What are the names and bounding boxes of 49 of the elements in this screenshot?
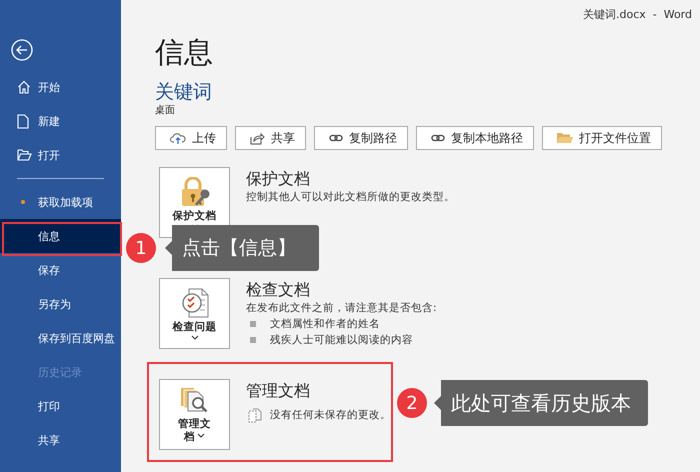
step-number-badge: 2 bbox=[397, 388, 427, 418]
document-tool-button[interactable]: 管理文档 bbox=[159, 379, 230, 450]
document-name: 关键词 bbox=[155, 80, 213, 104]
callout-tooltip: 点击【信息】 bbox=[165, 225, 319, 271]
sidebar-item[interactable]: 新建 bbox=[0, 104, 121, 138]
folder-icon bbox=[557, 132, 573, 144]
bullet-icon bbox=[250, 321, 256, 327]
section-title: 保护文档 bbox=[246, 168, 311, 189]
step-number-badge: 1 bbox=[126, 233, 156, 263]
sidebar-item[interactable]: 另存为 bbox=[0, 287, 121, 321]
section-description: 控制其他人可以对此文档所做的更改类型。 bbox=[246, 190, 455, 205]
action-button[interactable]: 共享 bbox=[235, 126, 306, 150]
document-location: 桌面 bbox=[155, 104, 176, 118]
action-button[interactable]: 复制本地路径 bbox=[416, 126, 534, 150]
document-tool-button[interactable]: 检查问题 bbox=[159, 278, 230, 349]
home-icon bbox=[17, 80, 31, 94]
folder-icon bbox=[17, 149, 32, 161]
dot-icon bbox=[21, 200, 25, 204]
link-icon bbox=[329, 134, 343, 142]
checklist-document-icon bbox=[180, 288, 208, 318]
documents-icon bbox=[248, 408, 262, 422]
window-title: 关键词.docx - Word bbox=[583, 7, 692, 22]
link-icon bbox=[431, 134, 445, 142]
page-title: 信息 bbox=[155, 34, 214, 70]
action-button[interactable]: 复制路径 bbox=[314, 126, 408, 150]
status-note: 没有任何未保存的更改。 bbox=[270, 408, 391, 423]
section-description: 在发布此文件之前，请注意其是否包含: bbox=[246, 301, 437, 316]
back-icon[interactable] bbox=[11, 39, 33, 61]
sidebar-item[interactable]: 打印 bbox=[0, 389, 121, 423]
bullet-icon bbox=[250, 337, 256, 343]
callout-tooltip: 此处可查看历史版本 bbox=[434, 380, 648, 426]
sidebar-item[interactable]: 共享 bbox=[0, 423, 121, 457]
section-title: 管理文档 bbox=[246, 380, 311, 401]
action-button[interactable]: 上传 bbox=[155, 126, 227, 150]
action-button[interactable]: 打开文件位置 bbox=[542, 126, 662, 150]
sidebar-item[interactable]: 开始 bbox=[0, 70, 121, 104]
cloud-upload-icon bbox=[170, 132, 186, 144]
sidebar-item[interactable]: 打开 bbox=[0, 138, 121, 172]
bullet-text: 残疾人士可能难以阅读的内容 bbox=[270, 333, 413, 348]
sidebar-item[interactable]: 信息 bbox=[0, 219, 121, 253]
document-tool-button[interactable]: 保护文档 bbox=[159, 167, 230, 238]
bullet-text: 文档属性和作者的姓名 bbox=[270, 317, 380, 332]
section-title: 检查文档 bbox=[246, 279, 311, 300]
sidebar-item[interactable]: 保存 bbox=[0, 253, 121, 287]
sidebar-item[interactable]: 获取加载项 bbox=[0, 185, 121, 219]
share-icon bbox=[250, 132, 265, 144]
sidebar-item[interactable]: 保存到百度网盘 bbox=[0, 321, 121, 355]
document-icon bbox=[17, 114, 29, 128]
documents-magnifier-icon bbox=[180, 385, 210, 415]
